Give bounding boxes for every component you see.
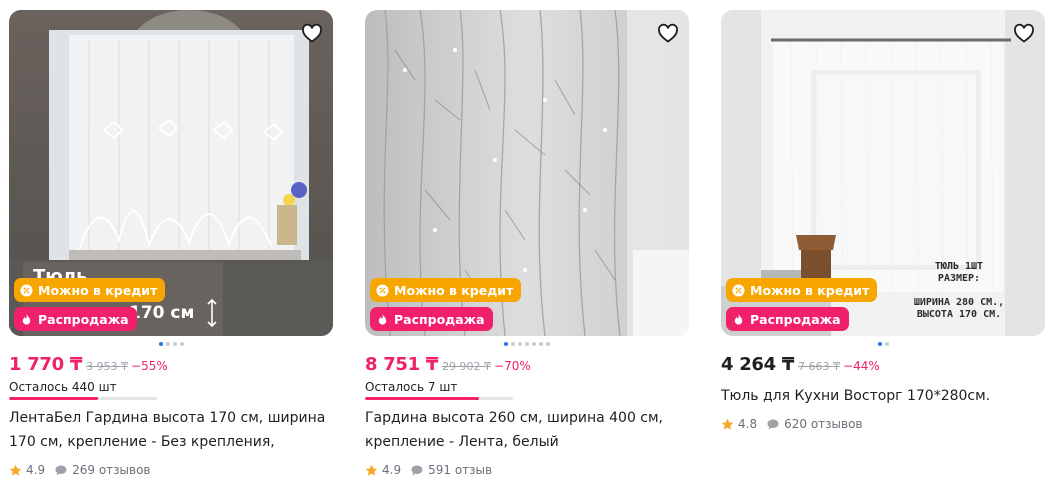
price-row: 1 770 ₸ 3 953 ₸ −55% [9, 354, 333, 375]
comment-bubble-icon [55, 465, 67, 475]
credit-badge: Можно в кредит [370, 278, 522, 302]
sale-badge: Распродажа [370, 307, 493, 331]
sale-badge-label: Распродажа [38, 311, 129, 327]
fire-icon [20, 313, 33, 326]
old-price: 29 902 ₸ [442, 360, 492, 373]
sale-badge: Распродажа [14, 307, 137, 331]
comment-bubble-icon [411, 465, 423, 475]
favorite-heart-icon[interactable] [655, 20, 681, 46]
image-carousel-dots[interactable] [721, 337, 1045, 351]
product-image[interactable]: Тюль 170 см Можно в кредит Распродажа [9, 10, 333, 336]
carousel-dot[interactable] [532, 342, 536, 346]
credit-badge-label: Можно в кредит [38, 282, 158, 298]
discount-percent: −55% [131, 359, 168, 373]
rating-row[interactable]: 4.9 591 отзыв [365, 463, 689, 477]
carousel-dot[interactable] [525, 342, 529, 346]
credit-badge: Можно в кредит [726, 278, 878, 302]
star-icon [721, 418, 734, 430]
stock-progress-fill [9, 397, 98, 400]
image-carousel-dots[interactable] [9, 337, 333, 351]
percent-icon [20, 283, 33, 297]
price-row: 4 264 ₸ 7 663 ₸ −44% [721, 354, 1045, 375]
rating-score: 4.8 [738, 417, 758, 431]
carousel-dot[interactable] [511, 342, 515, 346]
product-title[interactable]: Гардина высота 260 см, ширина 400 см, кр… [365, 406, 683, 454]
carousel-dot[interactable] [539, 342, 543, 346]
current-price: 4 264 ₸ [721, 354, 795, 375]
product-title[interactable]: ЛентаБел Гардина высота 170 см, ширина 1… [9, 406, 327, 454]
rating-row[interactable]: 4.9 269 отзывов [9, 463, 333, 477]
carousel-dot[interactable] [179, 342, 184, 346]
stock-remaining: Осталось 440 шт [9, 380, 117, 394]
stock-progress-fill [365, 397, 479, 400]
carousel-dot[interactable] [172, 342, 177, 346]
carousel-dot[interactable] [504, 342, 508, 346]
current-price: 8 751 ₸ [365, 354, 439, 375]
stock-progress-bar [365, 397, 513, 400]
reviews-count: 269 отзывов [72, 463, 151, 477]
overlay-line-2: РАЗМЕР: [938, 273, 980, 284]
sale-badge-label: Распродажа [750, 311, 841, 327]
carousel-dot[interactable] [877, 342, 882, 346]
product-title[interactable]: Тюль для Кухни Восторг 170*280см. [721, 384, 1039, 408]
old-price: 3 953 ₸ [86, 360, 129, 373]
overlay-text-size: 170 см [129, 303, 194, 323]
credit-badge: Можно в кредит [14, 278, 166, 302]
overlay-line-3: ШИРИНА 280 СМ., [914, 297, 1004, 308]
percent-icon [376, 283, 389, 297]
sale-badge: Распродажа [726, 307, 849, 331]
product-card[interactable]: Тюль 170 см Можно в кредит Распродажа 1 … [9, 10, 333, 485]
product-image[interactable]: ТЮЛЬ 1ШТ РАЗМЕР: ШИРИНА 280 СМ., ВЫСОТА … [721, 10, 1045, 336]
sale-badge-label: Распродажа [394, 311, 485, 327]
fire-icon [376, 313, 389, 326]
rating-score: 4.9 [26, 463, 46, 477]
current-price: 1 770 ₸ [9, 354, 83, 375]
percent-icon [732, 283, 745, 297]
carousel-dot[interactable] [884, 342, 889, 346]
reviews-count: 620 отзывов [784, 417, 863, 431]
rating-score: 4.9 [382, 463, 402, 477]
carousel-dot[interactable] [165, 342, 170, 346]
price-row: 8 751 ₸ 29 902 ₸ −70% [365, 354, 689, 375]
favorite-heart-icon[interactable] [299, 20, 325, 46]
stock-progress-bar [9, 397, 157, 400]
stock-remaining: Осталось 7 шт [365, 380, 458, 394]
carousel-dot[interactable] [546, 342, 550, 346]
star-icon [365, 464, 378, 476]
discount-percent: −70% [494, 359, 531, 373]
comment-bubble-icon [767, 419, 779, 429]
carousel-dot[interactable] [158, 342, 163, 346]
favorite-heart-icon[interactable] [1011, 20, 1037, 46]
image-carousel-dots[interactable] [365, 337, 689, 351]
fire-icon [732, 313, 745, 326]
product-image[interactable]: Можно в кредит Распродажа [365, 10, 689, 336]
old-price: 7 663 ₸ [798, 360, 841, 373]
overlay-line-1: ТЮЛЬ 1ШТ [935, 261, 983, 272]
overlay-line-4: ВЫСОТА 170 СМ. [917, 309, 1001, 320]
reviews-count: 591 отзыв [428, 463, 493, 477]
product-card[interactable]: Можно в кредит Распродажа 8 751 ₸ 29 902… [365, 10, 689, 485]
star-icon [9, 464, 22, 476]
discount-percent: −44% [843, 359, 880, 373]
rating-row[interactable]: 4.8 620 отзывов [721, 417, 1045, 431]
credit-badge-label: Можно в кредит [394, 282, 514, 298]
carousel-dot[interactable] [518, 342, 522, 346]
credit-badge-label: Можно в кредит [750, 282, 870, 298]
product-card[interactable]: ТЮЛЬ 1ШТ РАЗМЕР: ШИРИНА 280 СМ., ВЫСОТА … [721, 10, 1045, 485]
